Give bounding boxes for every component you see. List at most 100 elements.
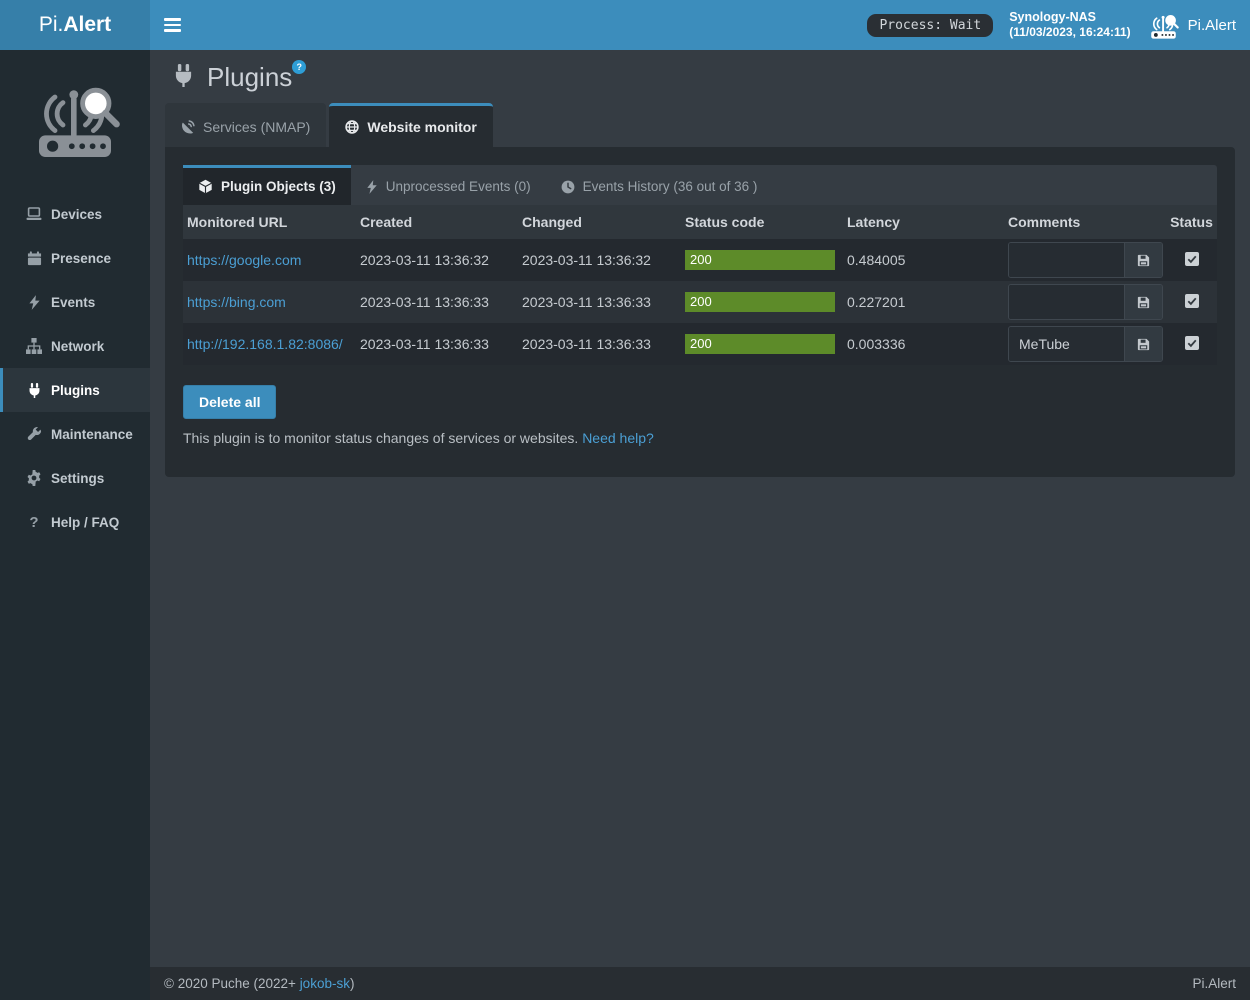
sidebar-item-plugins[interactable]: Plugins <box>0 368 150 412</box>
calendar-icon <box>24 251 44 266</box>
status-checkbox[interactable] <box>1185 294 1199 308</box>
satellite-dish-icon <box>181 120 195 134</box>
save-comment-button[interactable] <box>1124 285 1162 319</box>
footer-app-name: Pi.Alert <box>1192 976 1236 991</box>
monitored-url-link[interactable]: https://google.com <box>187 252 301 268</box>
monitored-url-link[interactable]: http://192.168.1.82:8086/ <box>187 336 343 352</box>
sidebar-item-maintenance[interactable]: Maintenance <box>0 412 150 456</box>
comment-input[interactable] <box>1009 243 1124 277</box>
latency-cell: 0.484005 <box>843 239 1004 281</box>
page-title: Plugins <box>207 62 292 93</box>
laptop-icon <box>24 206 44 222</box>
plugin-table-body: https://google.com 2023-03-11 13:36:32 2… <box>183 239 1217 365</box>
bolt-icon <box>24 295 44 310</box>
created-cell: 2023-03-11 13:36:33 <box>356 281 518 323</box>
hamburger-icon <box>164 18 181 21</box>
sidebar-toggle-button[interactable] <box>150 0 195 50</box>
col-comments: Comments <box>1004 205 1166 239</box>
monitored-url-link[interactable]: https://bing.com <box>187 294 286 310</box>
app-badge: Pi.Alert <box>1147 10 1236 40</box>
sidebar-item-network[interactable]: Network <box>0 324 150 368</box>
table-row: https://google.com 2023-03-11 13:36:32 2… <box>183 239 1217 281</box>
sidebar-item-devices[interactable]: Devices <box>0 192 150 236</box>
status-code-bar: 200 <box>685 292 835 312</box>
tab-events-history[interactable]: Events History (36 out of 36 ) <box>546 165 773 205</box>
sidebar-menu: Devices Presence Events Network Plugins … <box>0 192 150 544</box>
col-changed: Changed <box>518 205 681 239</box>
changed-cell: 2023-03-11 13:36:32 <box>518 239 681 281</box>
sidebar: Devices Presence Events Network Plugins … <box>0 50 150 1000</box>
tab-website-monitor[interactable]: Website monitor <box>329 103 492 147</box>
footer: © 2020 Puche (2022+ jokob-sk) Pi.Alert <box>150 967 1250 1000</box>
jokob-sk-link[interactable]: jokob-sk <box>300 976 350 991</box>
router-scan-icon <box>1147 10 1180 40</box>
page-header: Plugins ? <box>150 50 1250 103</box>
comment-input[interactable] <box>1009 285 1124 319</box>
changed-cell: 2023-03-11 13:36:33 <box>518 323 681 365</box>
wrench-icon <box>24 427 44 442</box>
sidebar-item-presence[interactable]: Presence <box>0 236 150 280</box>
col-latency: Latency <box>843 205 1004 239</box>
check-icon <box>1186 337 1198 349</box>
floppy-save-icon <box>1136 295 1151 310</box>
brand-logo[interactable]: Pi.Alert <box>0 0 150 50</box>
comment-input-group <box>1008 242 1163 278</box>
sidebar-item-events[interactable]: Events <box>0 280 150 324</box>
col-created: Created <box>356 205 518 239</box>
sidebar-item-help[interactable]: ? Help / FAQ <box>0 500 150 544</box>
plug-icon <box>172 64 195 92</box>
question-icon: ? <box>24 515 44 530</box>
save-comment-button[interactable] <box>1124 243 1162 277</box>
delete-all-button[interactable]: Delete all <box>183 385 276 419</box>
host-info: Synology-NAS (11/03/2023, 16:24:11) <box>1009 9 1130 41</box>
col-status: Status <box>1166 205 1217 239</box>
cube-icon <box>198 179 213 194</box>
clock-icon <box>561 180 575 194</box>
table-row: https://bing.com 2023-03-11 13:36:33 202… <box>183 281 1217 323</box>
status-checkbox[interactable] <box>1185 336 1199 350</box>
footer-copyright: © 2020 Puche (2022+ jokob-sk) <box>164 976 354 991</box>
brand-alert: Alert <box>63 13 111 37</box>
website-monitor-panel: Plugin Objects (3) Unprocessed Events (0… <box>165 147 1235 477</box>
comment-input-group <box>1008 284 1163 320</box>
tab-plugin-objects[interactable]: Plugin Objects (3) <box>183 165 351 205</box>
table-row: http://192.168.1.82:8086/ 2023-03-11 13:… <box>183 323 1217 365</box>
plugin-tabs: Services (NMAP) Website monitor <box>150 103 1250 147</box>
col-status-code: Status code <box>681 205 843 239</box>
latency-cell: 0.003336 <box>843 323 1004 365</box>
status-checkbox[interactable] <box>1185 252 1199 266</box>
top-navbar: Pi.Alert Process: Wait Synology-NAS (11/… <box>0 0 1250 50</box>
latency-cell: 0.227201 <box>843 281 1004 323</box>
globe-icon <box>345 120 359 134</box>
save-comment-button[interactable] <box>1124 327 1162 361</box>
app-name: Pi.Alert <box>1188 17 1236 34</box>
check-icon <box>1186 253 1198 265</box>
floppy-save-icon <box>1136 253 1151 268</box>
host-timestamp: (11/03/2023, 16:24:11) <box>1009 25 1130 41</box>
table-header-row: Monitored URL Created Changed Status cod… <box>183 205 1217 239</box>
sidebar-logo <box>0 50 150 178</box>
plug-icon <box>24 383 44 398</box>
plugin-objects-table: Monitored URL Created Changed Status cod… <box>183 205 1217 365</box>
changed-cell: 2023-03-11 13:36:33 <box>518 281 681 323</box>
gear-icon <box>24 470 44 486</box>
tab-unprocessed-events[interactable]: Unprocessed Events (0) <box>351 165 546 205</box>
help-badge[interactable]: ? <box>292 60 306 74</box>
floppy-save-icon <box>1136 337 1151 352</box>
comment-input[interactable] <box>1009 327 1124 361</box>
need-help-link[interactable]: Need help? <box>582 430 654 446</box>
main-content: Plugins ? Services (NMAP) Website monito… <box>150 50 1250 967</box>
sidebar-item-settings[interactable]: Settings <box>0 456 150 500</box>
comment-input-group <box>1008 326 1163 362</box>
tab-services-nmap[interactable]: Services (NMAP) <box>165 103 326 147</box>
bolt-icon <box>366 180 378 194</box>
brand-pi: Pi. <box>39 13 64 37</box>
sitemap-icon <box>24 338 44 354</box>
check-icon <box>1186 295 1198 307</box>
plugin-description: This plugin is to monitor status changes… <box>183 430 1217 446</box>
created-cell: 2023-03-11 13:36:32 <box>356 239 518 281</box>
host-name: Synology-NAS <box>1009 9 1130 25</box>
status-code-bar: 200 <box>685 250 835 270</box>
col-monitored-url: Monitored URL <box>183 205 356 239</box>
status-code-bar: 200 <box>685 334 835 354</box>
